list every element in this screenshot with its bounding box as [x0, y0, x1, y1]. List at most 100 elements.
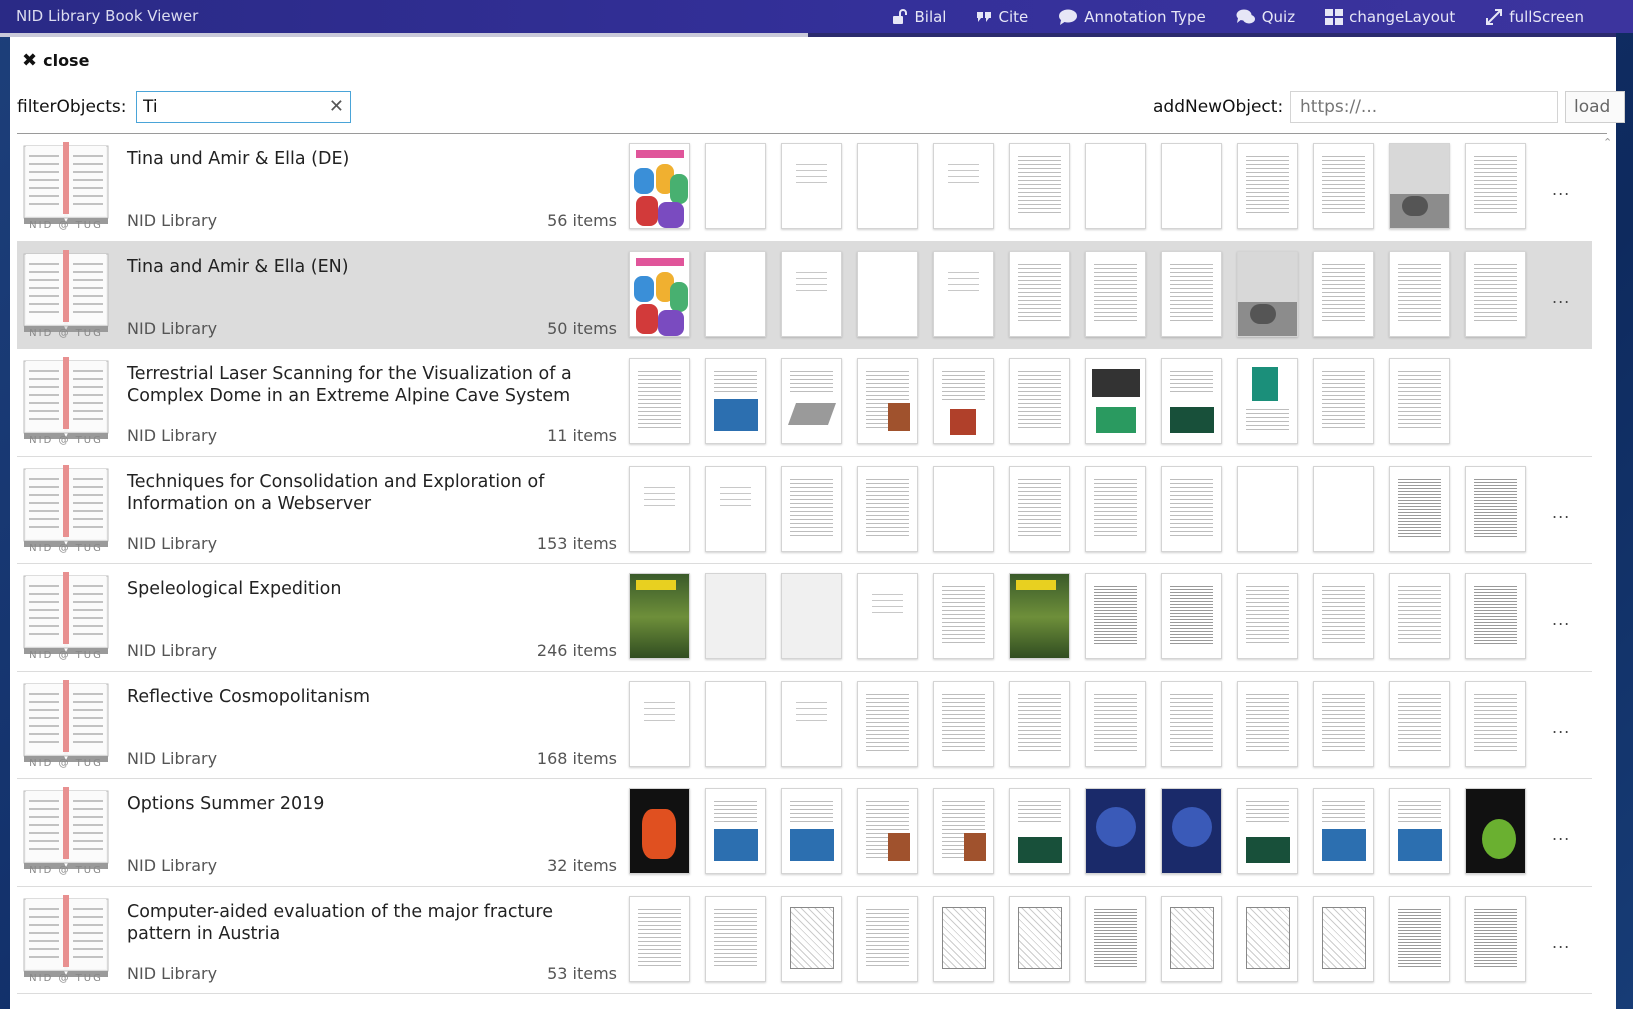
more-pages-icon[interactable]: ... [1552, 288, 1570, 307]
close-button[interactable]: ✖ close [22, 51, 89, 70]
list-item[interactable]: NID @ TUG Options Summer 2019 NID Library 3… [17, 779, 1592, 887]
menu-item-changelayout[interactable]: changeLayout [1310, 0, 1470, 33]
page-thumbnail[interactable] [1237, 573, 1298, 659]
page-thumbnail[interactable] [629, 250, 690, 337]
page-thumbnail[interactable] [1085, 680, 1146, 767]
page-thumbnail[interactable] [629, 573, 690, 659]
page-thumbnail[interactable] [1161, 788, 1222, 874]
page-thumbnail[interactable] [1313, 680, 1374, 767]
page-thumbnail[interactable] [1161, 143, 1222, 229]
page-thumbnail[interactable] [933, 680, 994, 767]
page-thumbnail[interactable] [1389, 895, 1450, 982]
filter-input[interactable] [137, 92, 317, 122]
page-thumbnail[interactable] [781, 465, 842, 552]
page-thumbnail[interactable] [1313, 465, 1374, 552]
page-thumbnail[interactable] [1313, 573, 1374, 659]
menu-item-bilal[interactable]: Bilal [877, 0, 961, 33]
page-thumbnail[interactable] [1313, 895, 1374, 982]
page-thumbnail[interactable] [1389, 358, 1450, 444]
page-thumbnail[interactable] [1465, 895, 1526, 982]
page-thumbnail[interactable] [629, 358, 690, 444]
page-thumbnail[interactable] [1465, 680, 1526, 767]
page-thumbnail[interactable] [1009, 143, 1070, 229]
page-thumbnail[interactable] [629, 465, 690, 552]
page-thumbnail[interactable] [1009, 358, 1070, 444]
page-thumbnail[interactable] [705, 358, 766, 444]
page-thumbnail[interactable] [1465, 465, 1526, 552]
page-thumbnail[interactable] [1313, 143, 1374, 229]
page-thumbnail[interactable] [781, 788, 842, 874]
page-thumbnail[interactable] [933, 788, 994, 874]
page-thumbnail[interactable] [1237, 895, 1298, 982]
page-thumbnail[interactable] [1161, 895, 1222, 982]
page-thumbnail[interactable] [629, 143, 690, 229]
page-thumbnail[interactable] [705, 680, 766, 767]
item-title[interactable]: Computer-aided evaluation of the major f… [127, 901, 597, 945]
page-thumbnail[interactable] [1085, 465, 1146, 552]
page-thumbnail[interactable] [1009, 895, 1070, 982]
item-title[interactable]: Techniques for Consolidation and Explora… [127, 471, 597, 515]
page-thumbnail[interactable] [1389, 788, 1450, 874]
page-thumbnail[interactable] [1085, 573, 1146, 659]
page-thumbnail[interactable] [1161, 680, 1222, 767]
page-thumbnail[interactable] [857, 573, 918, 659]
page-thumbnail[interactable] [1313, 250, 1374, 337]
item-title[interactable]: Tina and Amir & Ella (EN) [127, 256, 597, 278]
page-thumbnail[interactable] [1161, 358, 1222, 444]
page-thumbnail[interactable] [1237, 143, 1298, 229]
page-thumbnail[interactable] [1389, 573, 1450, 659]
page-thumbnail[interactable] [1009, 680, 1070, 767]
add-object-url-input[interactable] [1290, 91, 1558, 123]
page-thumbnail[interactable] [1009, 250, 1070, 337]
list-item[interactable]: NID @ TUG Terrestrial Laser Scanning for … [17, 349, 1592, 457]
scroll-up-icon[interactable]: ⌃ [1603, 136, 1612, 149]
page-thumbnail[interactable] [1009, 573, 1070, 659]
menu-item-cite[interactable]: Cite [961, 0, 1043, 33]
page-thumbnail[interactable] [1085, 788, 1146, 874]
list-item[interactable]: NID @ TUG Speleological Expedition NID Lib… [17, 564, 1592, 672]
page-thumbnail[interactable] [857, 788, 918, 874]
page-thumbnail[interactable] [1389, 143, 1450, 229]
page-thumbnail[interactable] [705, 573, 766, 659]
page-thumbnail[interactable] [781, 895, 842, 982]
more-pages-icon[interactable]: ... [1552, 718, 1570, 737]
page-thumbnail[interactable] [1085, 358, 1146, 444]
page-thumbnail[interactable] [1465, 143, 1526, 229]
page-thumbnail[interactable] [705, 788, 766, 874]
page-thumbnail[interactable] [857, 143, 918, 229]
item-title[interactable]: Speleological Expedition [127, 578, 597, 600]
page-thumbnail[interactable] [933, 573, 994, 659]
page-thumbnail[interactable] [781, 250, 842, 337]
page-thumbnail[interactable] [781, 143, 842, 229]
page-thumbnail[interactable] [1389, 680, 1450, 767]
more-pages-icon[interactable]: ... [1552, 503, 1570, 522]
item-title[interactable]: Tina und Amir & Ella (DE) [127, 148, 597, 170]
page-thumbnail[interactable] [1465, 250, 1526, 337]
page-thumbnail[interactable] [857, 680, 918, 767]
list-item[interactable]: NID @ TUG Tina und Amir & Ella (DE) NID Li… [17, 134, 1592, 242]
item-title[interactable]: Reflective Cosmopolitanism [127, 686, 597, 708]
page-thumbnail[interactable] [781, 680, 842, 767]
page-thumbnail[interactable] [629, 788, 690, 874]
page-thumbnail[interactable] [1465, 573, 1526, 659]
page-thumbnail[interactable] [1161, 465, 1222, 552]
page-thumbnail[interactable] [1085, 143, 1146, 229]
page-thumbnail[interactable] [629, 680, 690, 767]
list-item[interactable]: NID @ TUG Techniques for Consolidation an… [17, 457, 1592, 564]
page-thumbnail[interactable] [933, 143, 994, 229]
list-item[interactable]: NID @ TUG Reflective Cosmopolitanism NID L… [17, 672, 1592, 779]
page-thumbnail[interactable] [1237, 358, 1298, 444]
page-thumbnail[interactable] [705, 250, 766, 337]
page-thumbnail[interactable] [1389, 465, 1450, 552]
page-thumbnail[interactable] [1085, 250, 1146, 337]
page-thumbnail[interactable] [933, 250, 994, 337]
page-thumbnail[interactable] [1237, 250, 1298, 337]
page-thumbnail[interactable] [1161, 573, 1222, 659]
load-button[interactable]: load [1565, 91, 1625, 123]
more-pages-icon[interactable]: ... [1552, 610, 1570, 629]
page-thumbnail[interactable] [1313, 358, 1374, 444]
page-thumbnail[interactable] [1389, 250, 1450, 337]
page-thumbnail[interactable] [933, 895, 994, 982]
page-thumbnail[interactable] [1009, 465, 1070, 552]
more-pages-icon[interactable]: ... [1552, 825, 1570, 844]
